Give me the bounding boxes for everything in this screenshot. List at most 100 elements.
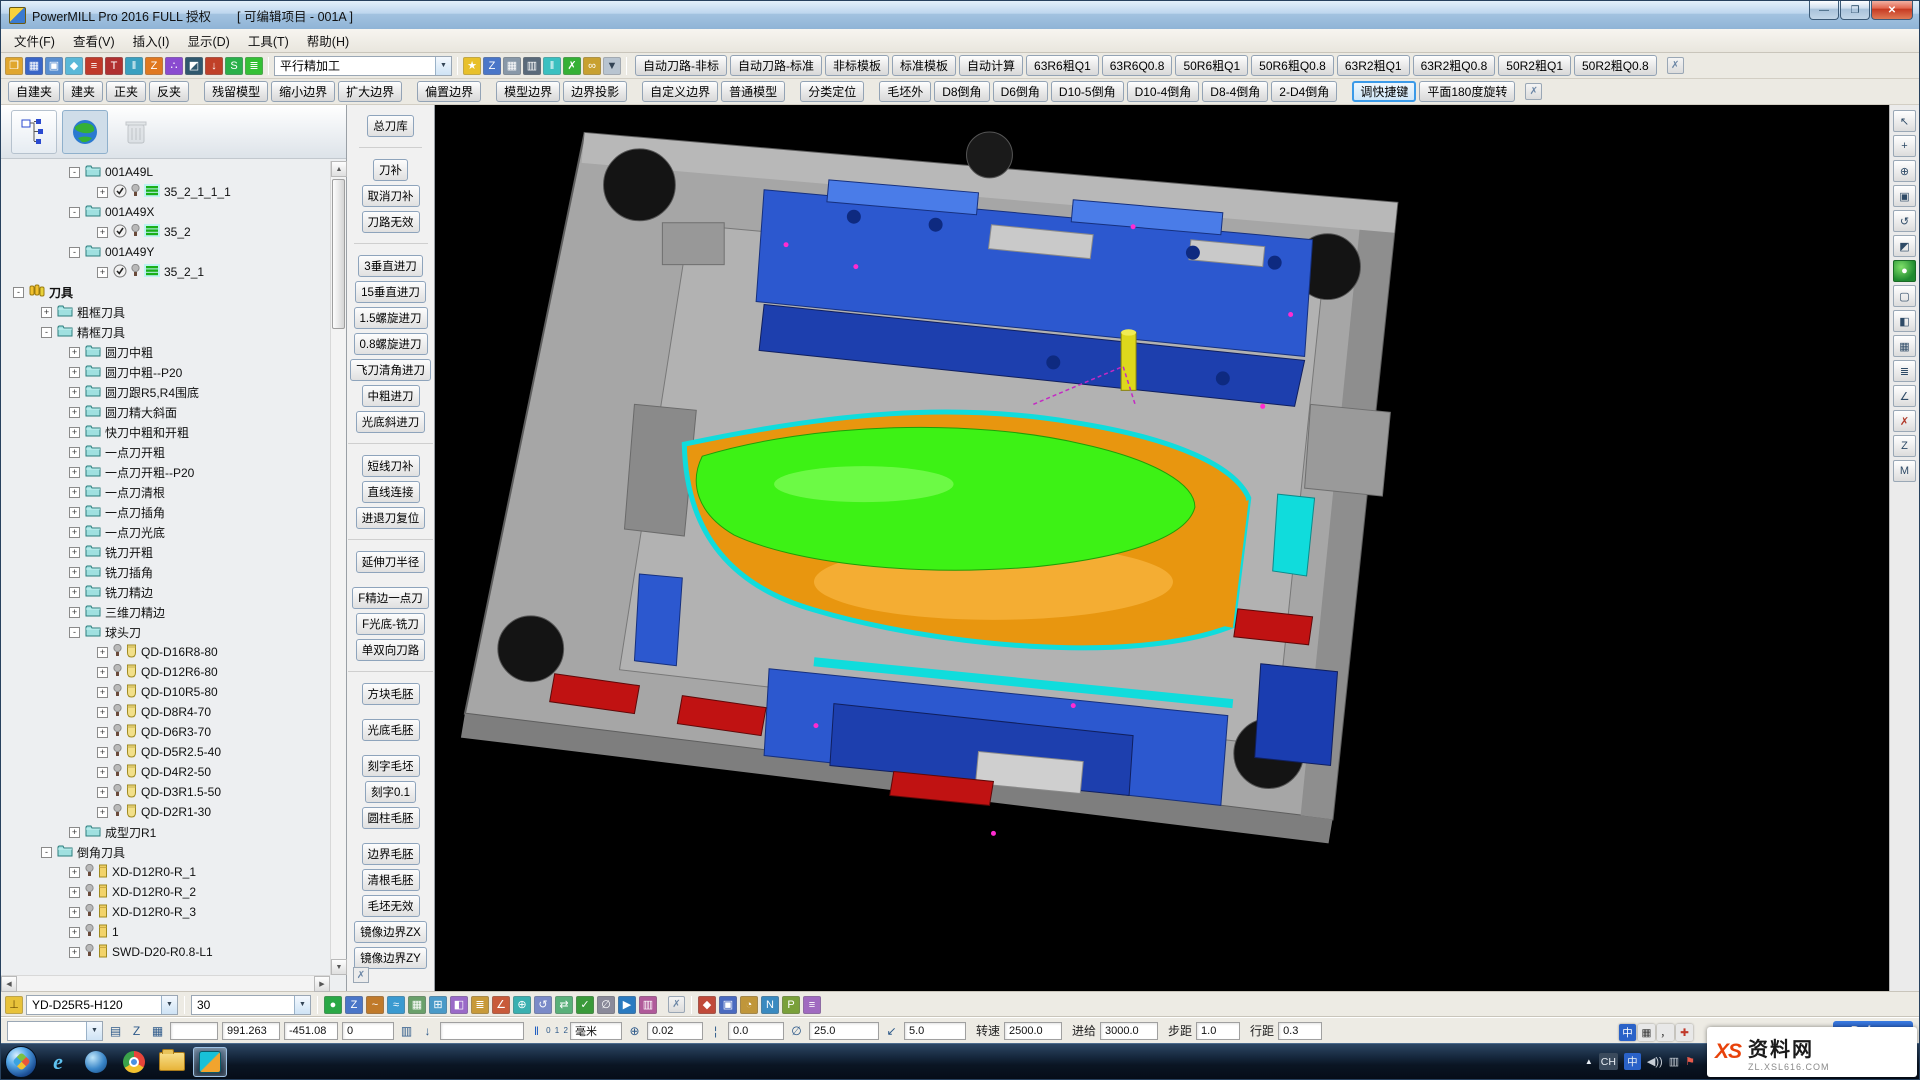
z-height-icon[interactable]: Z	[128, 1022, 145, 1039]
open-project-icon[interactable]: ❐	[5, 57, 23, 75]
macro-toolpath-button[interactable]: 63R6Q0.8	[1102, 55, 1173, 76]
ime-settings-icon[interactable]: ✚	[1676, 1024, 1693, 1041]
viewport-levels-icon[interactable]: ≣	[1893, 360, 1916, 382]
macro-panel-button[interactable]: 光底斜进刀	[356, 411, 426, 433]
diameter-icon[interactable]: ∅	[597, 996, 615, 1014]
tree-item-label[interactable]: 精框刀具	[77, 324, 125, 341]
network-icon[interactable]: ▥	[1669, 1055, 1679, 1068]
draw-toolpath-icon[interactable]: Z	[345, 996, 363, 1014]
tree-row[interactable]: QD-D3R1.5-50	[5, 782, 328, 802]
macro-boundary-button[interactable]: 自建夹	[8, 81, 60, 102]
tree-row[interactable]: QD-D16R8-80	[5, 642, 328, 662]
tree-expander[interactable]	[69, 927, 80, 938]
macro-boundary-button[interactable]: 模型边界	[496, 81, 560, 102]
save-project-icon[interactable]: ▦	[25, 57, 43, 75]
ime-punct-icon[interactable]: ，	[1657, 1024, 1674, 1041]
viewport-frame-icon[interactable]: ▣	[1893, 185, 1916, 207]
tree-item-label[interactable]: 成型刀R1	[105, 824, 156, 841]
3d-viewport[interactable]	[435, 105, 1889, 991]
tree-expander[interactable]	[97, 727, 108, 738]
tree-expander[interactable]	[69, 207, 80, 218]
close-button[interactable]: ✕	[1871, 1, 1913, 20]
macro-boundary-button[interactable]: 正夹	[106, 81, 146, 102]
bulb-icon[interactable]	[113, 744, 122, 760]
chevron-down-icon[interactable]: ▼	[161, 996, 177, 1014]
bulb-icon[interactable]	[113, 804, 122, 820]
scroll-up-icon[interactable]: ▲	[331, 161, 347, 177]
cancel-calc-icon[interactable]: ✗	[563, 57, 581, 75]
macro-boundary-button[interactable]: 缩小边界	[271, 81, 335, 102]
tree-expander[interactable]	[41, 847, 52, 858]
taskbar-explorer[interactable]	[155, 1047, 189, 1077]
workplane-combo[interactable]: ▼	[7, 1021, 103, 1041]
active-tool-combo[interactable]: YD-D25R5-H120 ▼	[26, 995, 178, 1015]
tolerance-field[interactable]: 0.02	[647, 1022, 703, 1040]
tree-row[interactable]: 圆刀精大斜面	[5, 402, 328, 422]
macro-panel-button[interactable]: 进退刀复位	[356, 507, 426, 529]
vericut-icon[interactable]: ◆	[698, 996, 716, 1014]
scrollbar-thumb[interactable]	[332, 179, 345, 329]
cursor-z-field[interactable]: 0	[342, 1022, 394, 1040]
tree-expander[interactable]	[69, 867, 80, 878]
viewport-section-icon[interactable]: M	[1893, 460, 1916, 482]
bulb-icon[interactable]	[85, 924, 94, 940]
toolpath-pair-icon[interactable]: ‖	[125, 57, 143, 75]
tree-row[interactable]: 铣刀精边	[5, 582, 328, 602]
tree-item-label[interactable]: QD-D3R1.5-50	[141, 785, 221, 799]
tree-row[interactable]: 圆刀跟R5,R4围底	[5, 382, 328, 402]
scroll-down-icon[interactable]: ▼	[331, 959, 347, 975]
tree-item-label[interactable]: 一点刀插角	[105, 504, 165, 521]
tree-expander[interactable]	[69, 407, 80, 418]
tree-expander[interactable]	[97, 647, 108, 658]
tree-row[interactable]: XD-D12R0-R_2	[5, 882, 328, 902]
tree-item-label[interactable]: 一点刀清根	[105, 484, 165, 501]
tree-item-label[interactable]: QD-D8R4-70	[141, 705, 211, 719]
macro-panel-button[interactable]: 中粗进刀	[362, 385, 420, 407]
boundary-edit-icon[interactable]: Z	[145, 57, 163, 75]
pin-icon[interactable]: ↓	[419, 1022, 436, 1039]
tree-row[interactable]: QD-D4R2-50	[5, 762, 328, 782]
tree-row[interactable]: 001A49Y	[5, 242, 328, 262]
macro-panel-button[interactable]: 清根毛胚	[362, 869, 420, 891]
tree-item-label[interactable]: 倒角刀具	[77, 844, 125, 861]
viewport-shade-icon[interactable]: ◧	[1893, 310, 1916, 332]
tab-explorer-world[interactable]	[62, 110, 108, 154]
tree-row[interactable]: 粗框刀具	[5, 302, 328, 322]
tree-expander[interactable]	[97, 707, 108, 718]
viewport-wireframe-icon[interactable]: ▦	[1893, 335, 1916, 357]
chevron-down-icon[interactable]: ▼	[294, 996, 310, 1014]
macro-boundary-button[interactable]: D8-4倒角	[1202, 81, 1268, 102]
bulb-icon[interactable]	[113, 684, 122, 700]
menu-item[interactable]: 插入(I)	[124, 28, 179, 53]
macro-toolpath-button[interactable]: 非标模板	[825, 55, 889, 76]
tree-item-label[interactable]: 圆刀中粗--P20	[105, 364, 182, 381]
macro-panel-button[interactable]: 1.5螺旋进刀	[354, 307, 428, 329]
tree-expander[interactable]	[69, 947, 80, 958]
viewport-close-icon[interactable]: ✗	[1893, 410, 1916, 432]
language-badge[interactable]: CH	[1599, 1053, 1618, 1070]
ime-lang-icon[interactable]: 中	[1619, 1024, 1636, 1041]
tree-row[interactable]: 快刀中粗和开粗	[5, 422, 328, 442]
stepdown-field[interactable]: 1.0	[1196, 1022, 1240, 1040]
feed-field[interactable]: 3000.0	[1100, 1022, 1158, 1040]
macro-panel-button[interactable]: 取消刀补	[362, 185, 420, 207]
tree-item-label[interactable]: 快刀中粗和开粗	[105, 424, 189, 441]
tree-expander[interactable]	[97, 687, 108, 698]
tree-expander[interactable]	[69, 547, 80, 558]
viewport-measure-icon[interactable]: ∠	[1893, 385, 1916, 407]
tree-expander[interactable]	[69, 167, 80, 178]
macro-boundary-button[interactable]: 平面180度旋转	[1419, 81, 1515, 102]
macro-toolpath-button[interactable]: 63R2粗Q0.8	[1413, 55, 1496, 76]
maximize-button[interactable]: ❐	[1840, 1, 1870, 20]
drill-cycle-icon[interactable]: ⊕	[513, 996, 531, 1014]
start-button[interactable]	[5, 1046, 37, 1078]
bulb-icon[interactable]	[113, 784, 122, 800]
menu-item[interactable]: 文件(F)	[5, 28, 64, 53]
tree-item-label[interactable]: QD-D5R2.5-40	[141, 745, 221, 759]
viewport-pan-icon[interactable]: +	[1893, 135, 1916, 157]
tree-row[interactable]: 圆刀中粗--P20	[5, 362, 328, 382]
macro-boundary-button[interactable]: 反夹	[149, 81, 189, 102]
tools-list-icon[interactable]: ≡	[803, 996, 821, 1014]
tree-row[interactable]: 精框刀具	[5, 322, 328, 342]
bulb-icon[interactable]	[85, 944, 94, 960]
